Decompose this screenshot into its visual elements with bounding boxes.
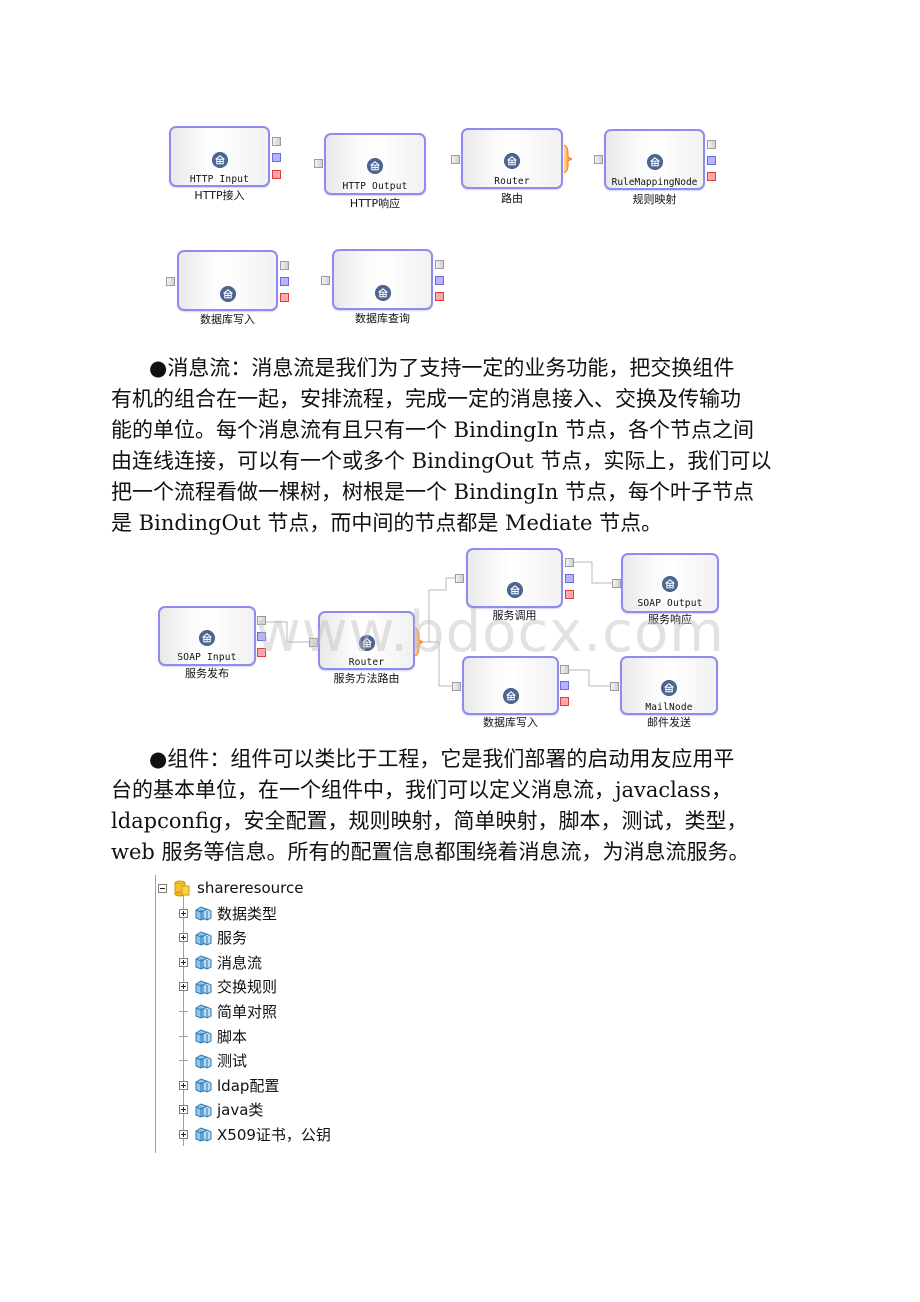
tree-branch-line <box>179 1060 188 1062</box>
node-icon <box>506 582 523 598</box>
tree-root[interactable]: shareresource <box>158 877 303 899</box>
node-type-label: SOAP Output <box>637 598 703 609</box>
package-icon <box>195 955 212 970</box>
expand-icon[interactable] <box>179 933 188 943</box>
node-icon <box>662 576 678 592</box>
node-soap-input[interactable]: SOAP Input <box>158 606 256 666</box>
input-port[interactable] <box>610 682 619 691</box>
connector-dbwrite-to-mail <box>565 669 610 687</box>
package-icon <box>195 1004 212 1019</box>
failure-port[interactable] <box>257 632 266 641</box>
node-caption: 服务响应 <box>648 613 692 626</box>
node-caption: 服务方法路由 <box>333 672 400 685</box>
failure-port[interactable] <box>565 574 574 583</box>
node-db-write-2[interactable] <box>462 656 559 715</box>
tree-item-label: 消息流 <box>217 953 263 972</box>
connector-soap-to-router <box>266 621 309 643</box>
node-type-label: SOAP Input <box>177 652 237 663</box>
package-icon <box>195 1029 212 1044</box>
tree-item-label: ldap配置 <box>217 1076 280 1095</box>
node-icon <box>199 630 215 646</box>
expand-icon[interactable] <box>179 1105 188 1115</box>
node-type-label: Router <box>348 657 385 668</box>
router-brace-icon <box>415 627 423 657</box>
tree-item[interactable]: ldap配置 <box>179 1074 279 1096</box>
output-port[interactable] <box>257 616 266 625</box>
output-port[interactable] <box>565 558 574 567</box>
tree-border-line <box>155 875 156 1153</box>
tree-item[interactable]: 数据类型 <box>179 902 277 924</box>
tree-item[interactable]: 简单对照 <box>179 1000 277 1022</box>
tree-item[interactable]: 服务 <box>179 927 247 949</box>
expand-icon[interactable] <box>179 982 188 992</box>
tree-branch-line <box>179 1010 188 1012</box>
package-icon <box>195 1103 212 1118</box>
expand-icon[interactable] <box>179 908 188 918</box>
failure-port[interactable] <box>560 681 569 690</box>
node-icon <box>661 680 677 696</box>
database-icon <box>174 880 190 897</box>
paragraph-line: ldapconfig，安全配置，规则映射，简单映射，脚本，测试，类型， <box>111 809 748 833</box>
catch-port[interactable] <box>565 590 574 599</box>
output-port[interactable] <box>560 665 569 674</box>
paragraph-line: 台的基本单位，在一个组件中，我们可以定义消息流，javaclass， <box>111 778 732 802</box>
tree-root-label: shareresource <box>197 879 304 897</box>
connector-router-to-dbwrite <box>429 641 452 687</box>
node-soap-output[interactable]: SOAP Output <box>621 553 719 613</box>
node-caption: 服务调用 <box>492 609 537 622</box>
connector-invoke-to-soapout <box>570 561 612 584</box>
connector-router-to-invoke <box>421 577 455 643</box>
input-port[interactable] <box>455 574 464 583</box>
input-port[interactable] <box>309 638 318 647</box>
input-port[interactable] <box>612 579 621 588</box>
node-caption: 邮件发送 <box>647 716 691 729</box>
tree-item-label: 数据类型 <box>217 904 278 923</box>
input-port[interactable] <box>452 682 461 691</box>
tree-item-label: 交换规则 <box>217 978 278 997</box>
tree-item[interactable]: java类 <box>179 1099 263 1121</box>
tree-item-label: java类 <box>217 1101 264 1120</box>
node-icon <box>502 688 519 704</box>
tree-item[interactable]: 脚本 <box>179 1025 247 1047</box>
node-service-invoke[interactable] <box>466 548 563 608</box>
package-icon <box>195 1078 212 1093</box>
tree-item[interactable]: 消息流 <box>179 951 262 973</box>
paragraph-line: web 服务等信息。所有的配置信息都围绕着消息流，为消息流服务。 <box>111 840 750 864</box>
resource-tree: shareresource 数据类型服务消息流交换规则简单对照脚本测试 ldap配… <box>155 875 395 1155</box>
connector-lines <box>266 561 612 687</box>
node-icon <box>358 635 375 651</box>
package-icon <box>195 1054 212 1069</box>
catch-port[interactable] <box>257 648 266 657</box>
package-icon <box>195 980 212 995</box>
expand-icon[interactable] <box>179 1129 188 1139</box>
tree-item[interactable]: X509证书，公钥 <box>179 1123 331 1145</box>
tree-item-label: 服务 <box>217 929 248 948</box>
tree-branch-line <box>179 1035 188 1037</box>
tree-item-label: 简单对照 <box>217 1002 278 1021</box>
expand-icon[interactable] <box>179 1080 188 1090</box>
component-paragraph: ●组件：组件可以类比于工程，它是我们部署的启动用友应用平 台的基本单位，在一个组… <box>111 744 811 868</box>
node-type-label: MailNode <box>645 702 693 713</box>
tree-item-label: 脚本 <box>217 1027 248 1046</box>
expand-icon[interactable] <box>179 957 188 967</box>
tree-item-label: X509证书，公钥 <box>217 1125 331 1144</box>
tree-item[interactable]: 交换规则 <box>179 976 277 998</box>
node-caption: 数据库写入 <box>483 716 538 729</box>
node-service-router[interactable]: Router <box>318 611 415 670</box>
catch-port[interactable] <box>560 697 569 706</box>
paragraph-line: ●组件：组件可以类比于工程，它是我们部署的启动用友应用平 <box>149 747 735 771</box>
node-caption: 服务发布 <box>185 667 229 680</box>
tree-item[interactable]: 测试 <box>179 1050 247 1072</box>
collapse-icon[interactable] <box>158 883 167 893</box>
node-mail[interactable]: MailNode <box>620 656 718 715</box>
package-icon <box>195 906 212 921</box>
package-icon <box>195 931 212 946</box>
tree-item-label: 测试 <box>217 1052 248 1071</box>
package-icon <box>195 1127 212 1142</box>
